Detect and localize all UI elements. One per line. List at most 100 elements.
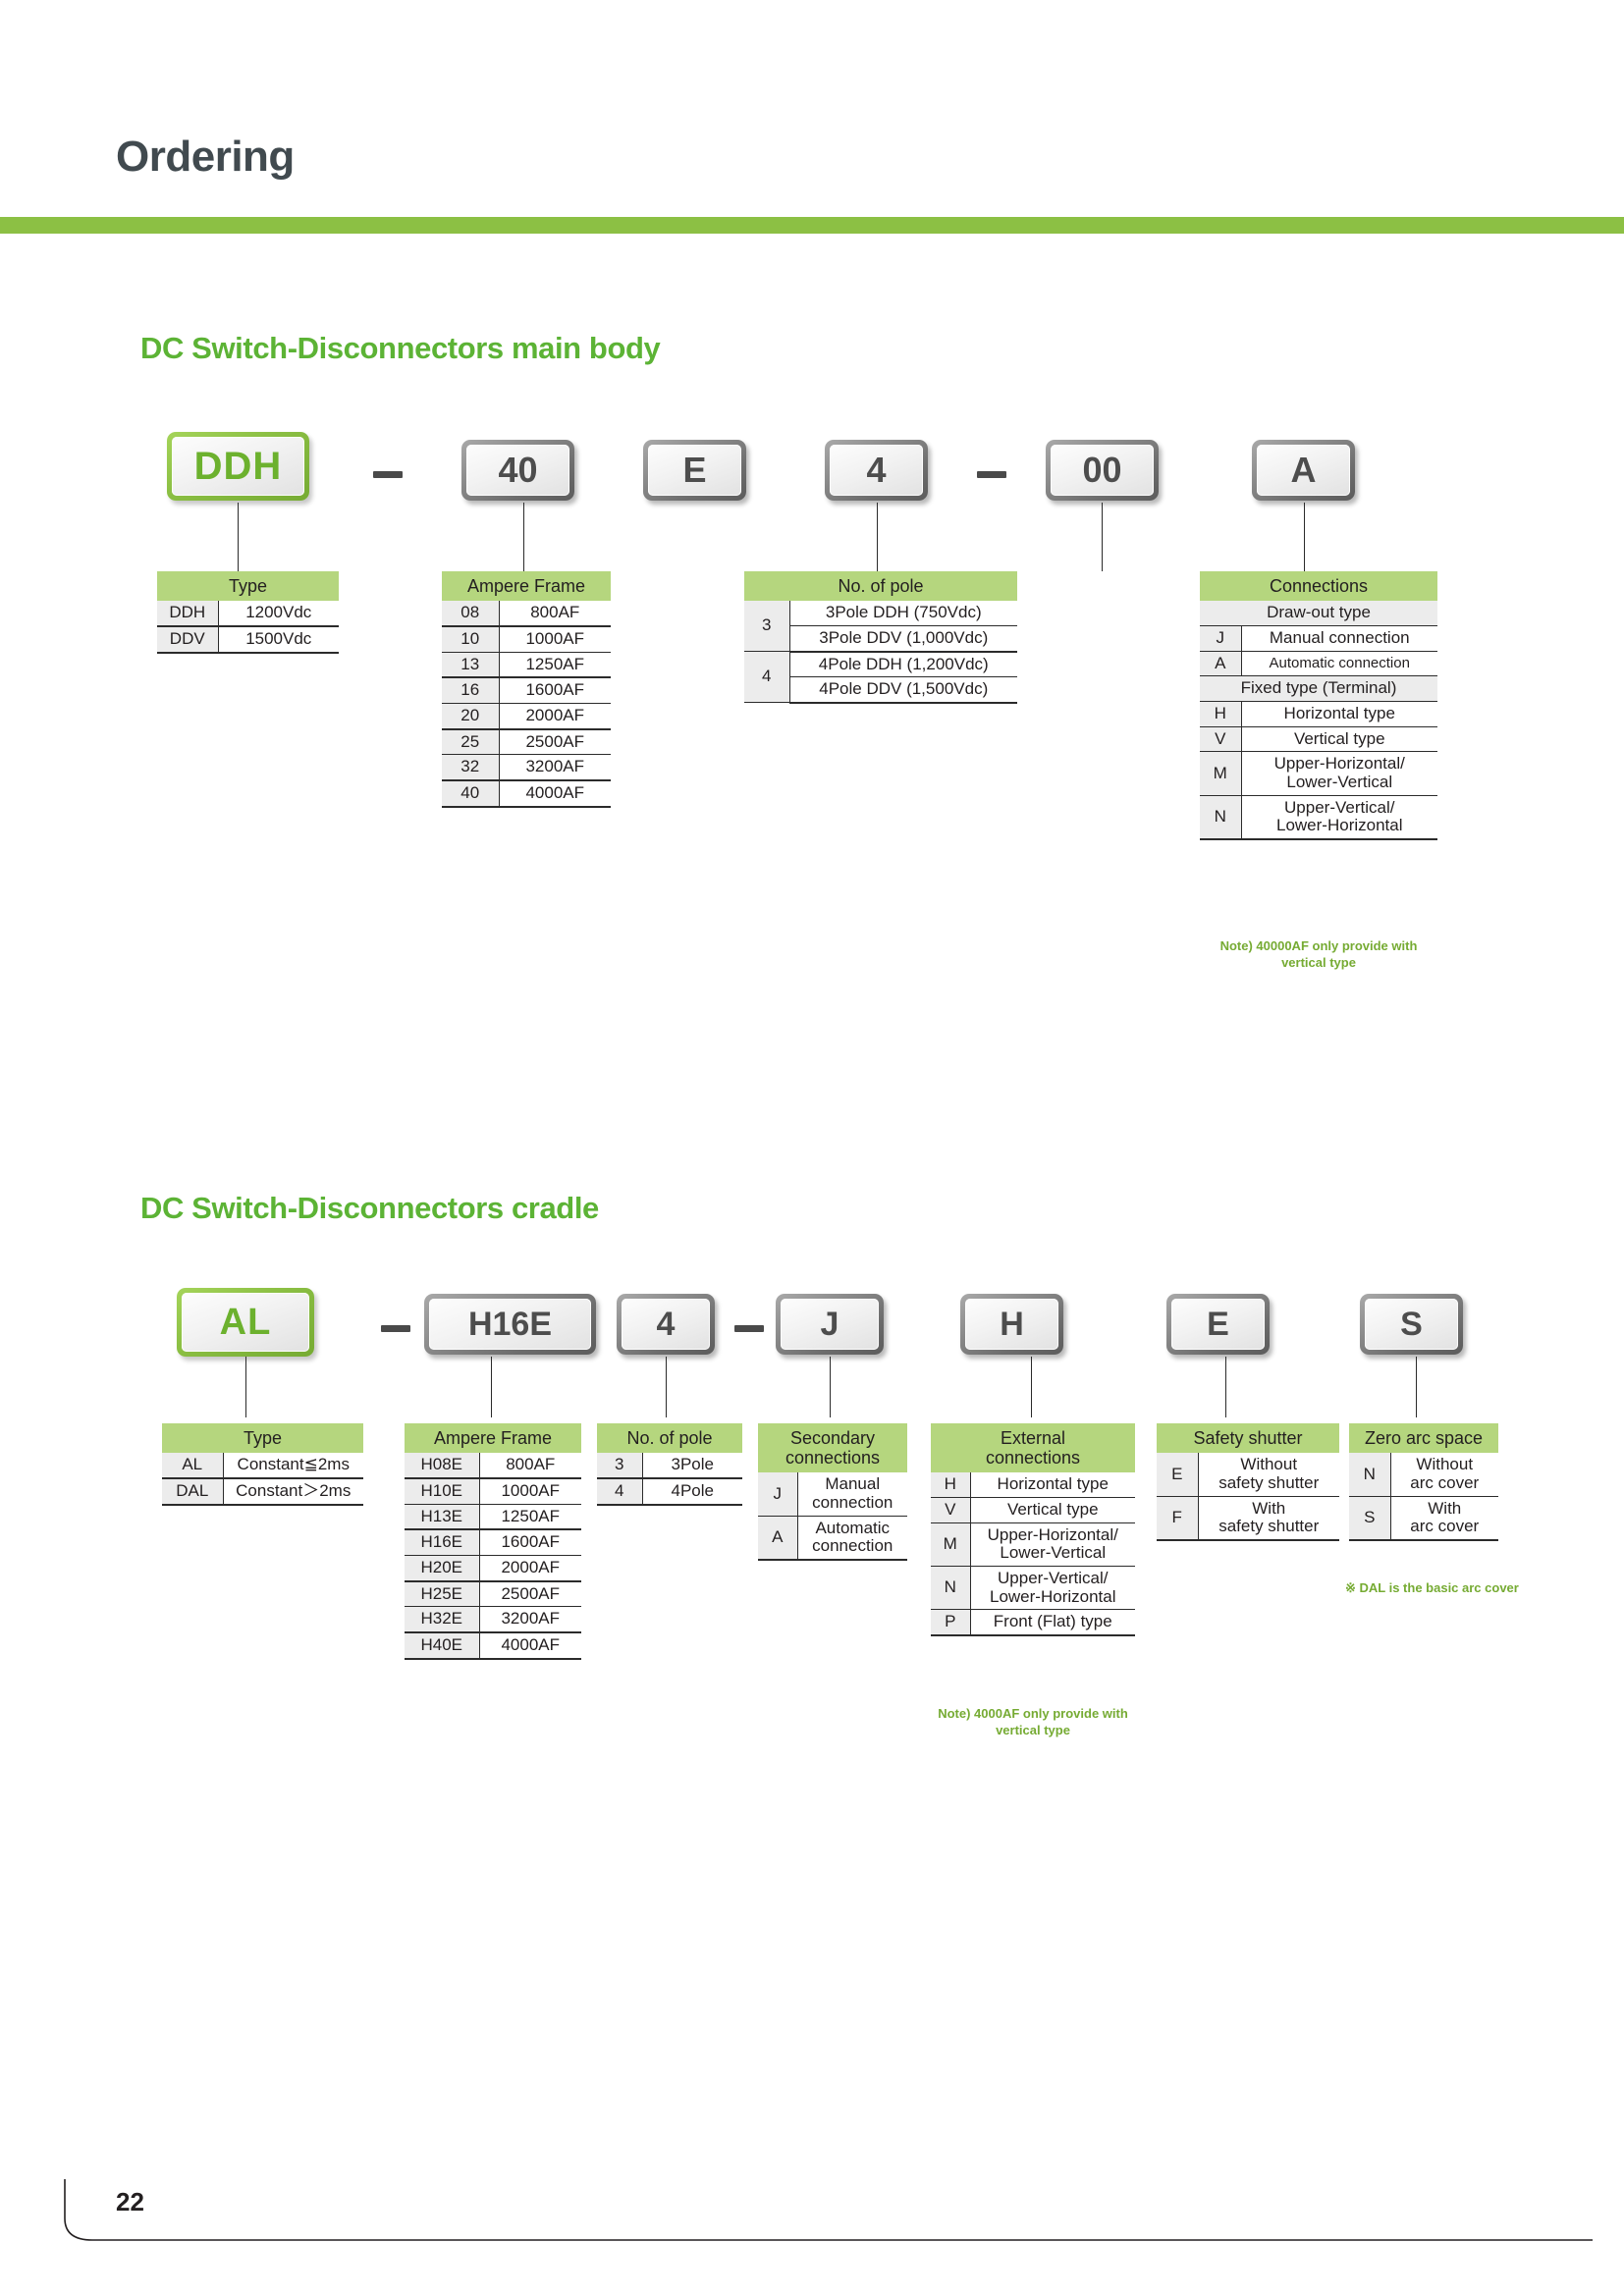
table-row: H Horizontal type bbox=[1200, 701, 1437, 727]
table-row: J Manual connection bbox=[1200, 625, 1437, 652]
row-value: 2500AF bbox=[499, 728, 611, 756]
table-row: H08E 800AF bbox=[405, 1453, 581, 1479]
row-code: DDH bbox=[157, 601, 219, 627]
table-row: 08 800AF bbox=[442, 601, 611, 627]
row-value: With arc cover bbox=[1390, 1496, 1498, 1541]
table-row: 40 4000AF bbox=[442, 779, 611, 808]
table-row: J Manual connection bbox=[758, 1472, 907, 1517]
code-box-accessory[interactable]: 00 bbox=[1046, 440, 1159, 501]
table-row: H Horizontal type bbox=[931, 1472, 1135, 1499]
table-ampere-frame-cradle: Ampere Frame H08E 800AF H10E 1000AF H13E 12… bbox=[405, 1423, 581, 1660]
table-row: H40E 4000AF bbox=[405, 1631, 581, 1660]
row-value: Upper-Horizontal/ Lower-Vertical bbox=[1241, 751, 1437, 796]
row-value: Automatic connection bbox=[1241, 651, 1437, 677]
page-header: Ordering bbox=[0, 0, 1624, 236]
table-row: 10 1000AF bbox=[442, 625, 611, 653]
row-code: F bbox=[1157, 1496, 1199, 1541]
code-box-type[interactable]: DDH bbox=[167, 432, 309, 501]
code-box-ampere-frame-label: 40 bbox=[466, 445, 569, 496]
table-row: 4 4Pole DDH (1,200Vdc) bbox=[744, 651, 1017, 704]
row-code: N bbox=[931, 1566, 971, 1611]
table-row: P Front (Flat) type bbox=[931, 1609, 1135, 1637]
code-box-series[interactable]: E bbox=[643, 440, 746, 501]
table-row: 20 2000AF bbox=[442, 703, 611, 730]
note-external-connections: Note) 4000AF only provide with vertical … bbox=[938, 1706, 1128, 1737]
table-header: Safety shutter bbox=[1157, 1423, 1339, 1454]
table-row: 16 1600AF bbox=[442, 677, 611, 704]
table-subheader-row: Draw-out type bbox=[1200, 601, 1437, 626]
row-value: With safety shutter bbox=[1198, 1496, 1339, 1541]
row-value: 1600AF bbox=[499, 677, 611, 704]
table-row: V Vertical type bbox=[931, 1497, 1135, 1523]
code-box-ampere-frame[interactable]: 40 bbox=[461, 440, 574, 501]
page-title: Ordering bbox=[116, 133, 295, 181]
table-header: Type bbox=[157, 571, 339, 602]
row-code: H13E bbox=[405, 1504, 480, 1531]
row-value: 800AF bbox=[479, 1453, 581, 1479]
table-row: M Upper-Horizontal/ Lower-Vertical bbox=[931, 1522, 1135, 1568]
row-value: 1200Vdc bbox=[218, 601, 339, 627]
table-row: F With safety shutter bbox=[1157, 1496, 1339, 1541]
row-code: N bbox=[1349, 1453, 1391, 1497]
cradle-code-box-secondary-connections-label: J bbox=[781, 1299, 879, 1350]
table-row: M Upper-Horizontal/ Lower-Vertical bbox=[1200, 751, 1437, 796]
table-row: H32E 3200AF bbox=[405, 1606, 581, 1633]
row-value: 4000AF bbox=[499, 779, 611, 808]
row-code: H32E bbox=[405, 1606, 480, 1633]
table-row: 13 1250AF bbox=[442, 652, 611, 679]
row-value: 1500Vdc bbox=[218, 625, 339, 654]
header-accent-rule bbox=[0, 217, 1624, 234]
row-value: 1250AF bbox=[479, 1504, 581, 1531]
cradle-code-box-external-connections[interactable]: H bbox=[960, 1294, 1063, 1355]
table-row: H16E 1600AF bbox=[405, 1529, 581, 1556]
row-code: 16 bbox=[442, 677, 500, 704]
cradle-code-box-no-of-pole[interactable]: 4 bbox=[617, 1294, 715, 1355]
cradle-connector-ampere-frame bbox=[491, 1357, 492, 1417]
row-value: Manual connection bbox=[797, 1472, 907, 1517]
table-subheader-row: Fixed type (Terminal) bbox=[1200, 675, 1437, 702]
row-value: 4Pole DDH (1,200Vdc) bbox=[789, 651, 1017, 678]
row-code: 08 bbox=[442, 601, 500, 627]
row-value: Without safety shutter bbox=[1198, 1453, 1339, 1497]
cradle-code-box-secondary-connections[interactable]: J bbox=[776, 1294, 884, 1355]
connector-connections bbox=[1304, 503, 1305, 571]
table-type-main-body: Type DDH 1200Vdc DDV 1500Vdc bbox=[157, 571, 339, 654]
cradle-code-box-safety-shutter-label: E bbox=[1171, 1299, 1265, 1350]
section-title-cradle: DC Switch-Disconnectors cradle bbox=[140, 1191, 599, 1225]
row-value: 3200AF bbox=[499, 754, 611, 781]
code-box-series-label: E bbox=[648, 445, 741, 496]
table-subheader: Draw-out type bbox=[1200, 601, 1437, 626]
cradle-code-box-type[interactable]: AL bbox=[177, 1288, 314, 1357]
table-row: H13E 1250AF bbox=[405, 1504, 581, 1531]
table-no-of-pole-cradle: No. of pole 3 3Pole 4 4Pole bbox=[597, 1423, 742, 1506]
table-header: External connections bbox=[931, 1423, 1135, 1473]
cradle-connector-zero-arc-space bbox=[1416, 1357, 1417, 1417]
row-value: Upper-Vertical/ Lower-Horizontal bbox=[1241, 795, 1437, 841]
row-code: H08E bbox=[405, 1453, 480, 1479]
note-zero-arc-space: ※ DAL is the basic arc cover bbox=[1345, 1580, 1519, 1595]
cradle-code-box-safety-shutter[interactable]: E bbox=[1166, 1294, 1270, 1355]
row-code: H bbox=[931, 1472, 971, 1499]
row-value: Vertical type bbox=[970, 1497, 1135, 1523]
footer-rule bbox=[64, 2179, 1593, 2241]
row-code: J bbox=[1200, 625, 1242, 652]
table-row: A Automatic connection bbox=[758, 1516, 907, 1562]
table-header: Zero arc space bbox=[1349, 1423, 1498, 1454]
row-code: DAL bbox=[162, 1477, 224, 1506]
table-row: 25 2500AF bbox=[442, 728, 611, 756]
cradle-code-box-ampere-frame[interactable]: H16E bbox=[424, 1294, 596, 1355]
note-connections: Note) 40000AF only provide with vertical… bbox=[1219, 938, 1418, 970]
row-value: 1600AF bbox=[479, 1529, 581, 1556]
row-value: 800AF bbox=[499, 601, 611, 627]
cradle-code-box-zero-arc-space[interactable]: S bbox=[1360, 1294, 1463, 1355]
row-value: 3Pole DDV (1,000Vdc) bbox=[789, 625, 1017, 653]
row-value: Horizontal type bbox=[1241, 701, 1437, 727]
table-external-connections-cradle: External connections H Horizontal type VV… bbox=[931, 1423, 1135, 1637]
code-box-connections[interactable]: A bbox=[1252, 440, 1355, 501]
row-code: AL bbox=[162, 1453, 224, 1479]
row-value: 1000AF bbox=[479, 1477, 581, 1505]
code-box-no-of-pole[interactable]: 4 bbox=[825, 440, 928, 501]
row-code: 13 bbox=[442, 652, 500, 679]
table-zero-arc-space-cradle: Zero arc space N Without arc cover S With … bbox=[1349, 1423, 1498, 1541]
code-box-type-label: DDH bbox=[172, 437, 304, 496]
